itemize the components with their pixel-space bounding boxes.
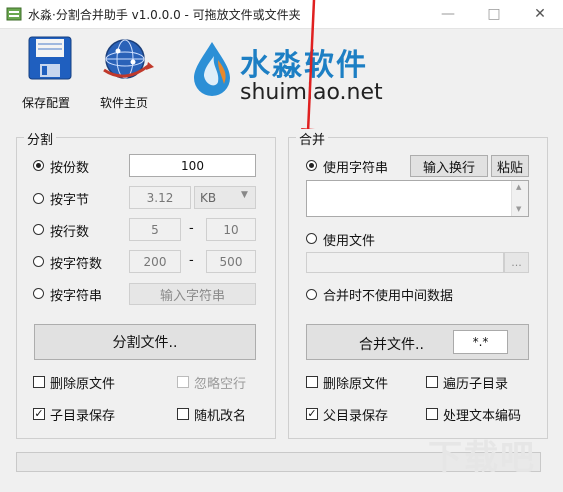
split-group-title: 分割 — [24, 129, 57, 148]
process-encoding-label: 处理文本编码 — [443, 409, 522, 424]
split-by-bytes-label: 按字节 — [50, 193, 90, 208]
homepage-label: 软件主页 — [100, 96, 149, 110]
scroll-down-icon[interactable]: ▼ — [516, 205, 521, 213]
save-config-label: 保存配置 — [22, 96, 71, 110]
traverse-subdirs-checkbox[interactable] — [426, 376, 438, 388]
merge-file-input[interactable] — [306, 252, 504, 273]
browse-file-button[interactable]: ... — [504, 252, 529, 273]
water-drop-logo-icon — [190, 40, 234, 102]
subdir-save-label: 子目录保存 — [50, 409, 116, 424]
split-delete-original-checkbox[interactable] — [33, 376, 45, 388]
no-middle-data-radio[interactable] — [306, 289, 317, 300]
split-by-parts-radio[interactable] — [33, 160, 44, 171]
close-button[interactable]: ✕ — [517, 0, 563, 28]
input-newline-button[interactable]: 输入换行 — [410, 155, 488, 177]
ignore-blank-checkbox[interactable] — [177, 376, 189, 388]
split-input-string-button[interactable]: 输入字符串 — [129, 283, 256, 305]
app-icon — [6, 6, 22, 22]
minimize-icon: — — [441, 6, 455, 22]
window-title: 水淼·分割合并助手 v1.0.0.0 - 可拖放文件或文件夹 — [28, 8, 301, 22]
use-file-radio[interactable] — [306, 233, 317, 244]
no-middle-data-label: 合并时不使用中间数据 — [323, 289, 454, 304]
split-by-lines-radio[interactable] — [33, 224, 44, 235]
split-by-parts-label: 按份数 — [50, 161, 90, 176]
use-string-radio[interactable] — [306, 160, 317, 171]
merge-file-label: 合并文件.. — [359, 337, 424, 353]
split-lines-from-input[interactable]: 5 — [129, 218, 181, 241]
title-bar: 水淼·分割合并助手 v1.0.0.0 - 可拖放文件或文件夹 — □ ✕ — [0, 0, 563, 29]
split-by-string-radio[interactable] — [33, 288, 44, 299]
merge-group-title: 合并 — [296, 129, 329, 148]
split-lines-dash: - — [189, 221, 194, 236]
subdir-save-checkbox[interactable]: ✓ — [33, 408, 45, 420]
merge-delete-original-label: 删除原文件 — [323, 377, 389, 392]
parent-dir-save-checkbox[interactable]: ✓ — [306, 408, 318, 420]
chevron-down-icon: ▼ — [241, 190, 248, 200]
random-rename-label: 随机改名 — [194, 409, 247, 424]
globe-icon — [98, 36, 156, 86]
split-by-chars-label: 按字符数 — [50, 257, 103, 272]
scroll-up-icon[interactable]: ▲ — [516, 183, 521, 191]
close-icon: ✕ — [534, 6, 546, 22]
homepage-button[interactable]: 软件主页 — [96, 36, 160, 110]
split-lines-to-input[interactable]: 10 — [206, 218, 256, 241]
split-bytes-input[interactable]: 3.12 — [129, 186, 191, 209]
textarea-scrollbar[interactable]: ▲ ▼ — [511, 181, 528, 216]
save-config-button[interactable]: 保存配置 — [22, 36, 78, 110]
split-bytes-unit-value: KB — [200, 191, 217, 205]
process-encoding-checkbox[interactable] — [426, 408, 438, 420]
split-parts-input[interactable]: 100 — [129, 154, 256, 177]
merge-pattern-input[interactable]: *.* — [453, 330, 508, 354]
split-bytes-unit-select[interactable]: KB ▼ — [194, 186, 256, 209]
split-by-chars-radio[interactable] — [33, 256, 44, 267]
split-chars-to-input[interactable]: 500 — [206, 250, 256, 273]
paste-button[interactable]: 粘贴 — [491, 155, 529, 177]
maximize-icon: □ — [487, 6, 501, 22]
split-by-lines-label: 按行数 — [50, 225, 90, 240]
use-file-label: 使用文件 — [323, 234, 376, 249]
random-rename-checkbox[interactable] — [177, 408, 189, 420]
watermark-text: 下载吧 — [428, 438, 536, 478]
floppy-disk-icon — [28, 36, 72, 84]
merge-string-textarea[interactable]: ▲ ▼ — [306, 180, 529, 217]
split-chars-dash: - — [189, 253, 194, 268]
minimize-button[interactable]: — — [425, 0, 471, 28]
ignore-blank-label: 忽略空行 — [194, 377, 247, 392]
split-chars-from-input[interactable]: 200 — [129, 250, 181, 273]
split-delete-original-label: 删除原文件 — [50, 377, 116, 392]
parent-dir-save-label: 父目录保存 — [323, 409, 389, 424]
merge-delete-original-checkbox[interactable] — [306, 376, 318, 388]
split-by-bytes-radio[interactable] — [33, 193, 44, 204]
split-by-string-label: 按字符串 — [50, 289, 103, 304]
split-file-button[interactable]: 分割文件.. — [34, 324, 256, 360]
traverse-subdirs-label: 遍历子目录 — [443, 377, 509, 392]
maximize-button[interactable]: □ — [471, 0, 517, 28]
use-string-label: 使用字符串 — [323, 161, 389, 176]
